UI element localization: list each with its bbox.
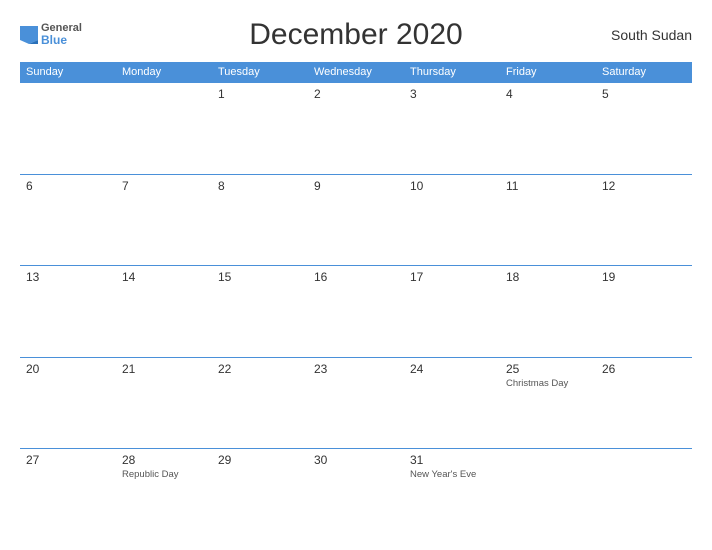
col-monday: Monday [116,62,212,82]
cell-w5-fri [500,449,596,540]
logo-icon [20,26,38,44]
calendar-page: General Blue December 2020 South Sudan S… [0,0,712,550]
cell-dec-31: 31New Year's Eve [404,449,500,540]
week-3: 13 14 15 16 17 18 19 [20,265,692,357]
col-wednesday: Wednesday [308,62,404,82]
cell-dec-21: 21 [116,358,212,449]
week-2: 6 7 8 9 10 11 12 [20,174,692,266]
col-sunday: Sunday [20,62,116,82]
cell-dec-4: 4 [500,83,596,174]
calendar-header: Sunday Monday Tuesday Wednesday Thursday… [20,62,692,82]
cell-w1-sun [20,83,116,174]
cell-dec-14: 14 [116,266,212,357]
cell-dec-1: 1 [212,83,308,174]
cell-w1-mon [116,83,212,174]
cell-dec-18: 18 [500,266,596,357]
logo: General Blue [20,22,120,47]
calendar-body: 1 2 3 4 5 6 7 8 9 10 11 12 13 14 15 16 [20,82,692,540]
christmas-day-label: Christmas Day [506,378,590,389]
cell-w5-sat [596,449,692,540]
cell-dec-19: 19 [596,266,692,357]
cell-dec-7: 7 [116,175,212,266]
header: General Blue December 2020 South Sudan [20,18,692,52]
cell-dec-5: 5 [596,83,692,174]
week-4: 20 21 22 23 24 25Christmas Day 26 [20,357,692,449]
cell-dec-11: 11 [500,175,596,266]
calendar-title: December 2020 [120,18,592,52]
logo-blue-text: Blue [41,34,82,47]
cell-dec-26: 26 [596,358,692,449]
cell-dec-9: 9 [308,175,404,266]
new-years-eve-label: New Year's Eve [410,469,494,480]
cell-dec-15: 15 [212,266,308,357]
col-thursday: Thursday [404,62,500,82]
week-5: 27 28Republic Day 29 30 31New Year's Eve [20,448,692,540]
cell-dec-30: 30 [308,449,404,540]
cell-dec-13: 13 [20,266,116,357]
cell-dec-20: 20 [20,358,116,449]
cell-dec-6: 6 [20,175,116,266]
republic-day-label: Republic Day [122,469,206,480]
week-1: 1 2 3 4 5 [20,82,692,174]
cell-dec-10: 10 [404,175,500,266]
cell-dec-2: 2 [308,83,404,174]
cell-dec-12: 12 [596,175,692,266]
cell-dec-29: 29 [212,449,308,540]
cell-dec-17: 17 [404,266,500,357]
calendar: Sunday Monday Tuesday Wednesday Thursday… [20,62,692,540]
cell-dec-8: 8 [212,175,308,266]
logo-text: General Blue [41,22,82,47]
cell-dec-28: 28Republic Day [116,449,212,540]
cell-dec-3: 3 [404,83,500,174]
country-label: South Sudan [592,27,692,43]
col-tuesday: Tuesday [212,62,308,82]
col-friday: Friday [500,62,596,82]
col-saturday: Saturday [596,62,692,82]
cell-dec-24: 24 [404,358,500,449]
cell-dec-22: 22 [212,358,308,449]
cell-dec-27: 27 [20,449,116,540]
cell-dec-25: 25Christmas Day [500,358,596,449]
cell-dec-16: 16 [308,266,404,357]
cell-dec-23: 23 [308,358,404,449]
